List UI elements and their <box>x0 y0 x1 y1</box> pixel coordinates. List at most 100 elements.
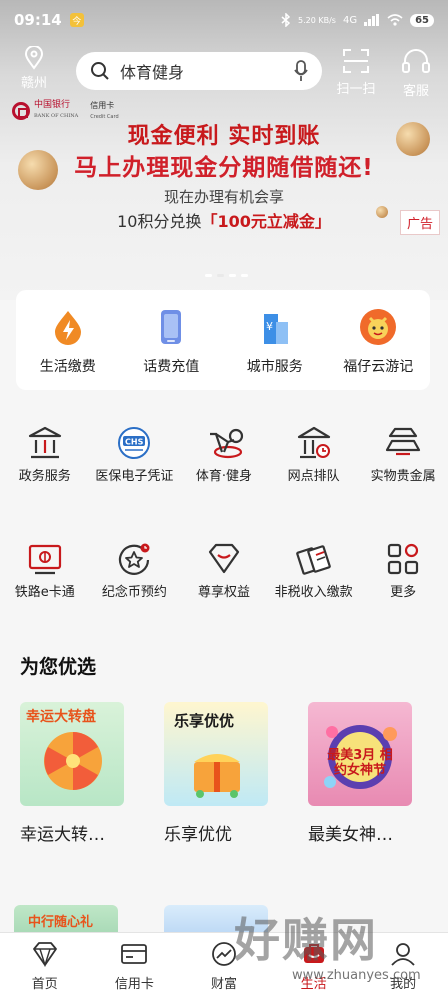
svg-text:¥: ¥ <box>266 320 273 333</box>
lucky-wheel-image: 幸运大转盘 <box>20 702 124 806</box>
tab-label: 生活 <box>300 977 327 992</box>
service-government[interactable]: 政务服务 <box>0 414 90 530</box>
promo-banner[interactable]: 中国银行 BANK OF CHINA 信用卡 Credit Card 现金便利 实时… <box>0 98 448 246</box>
bluetooth-icon <box>281 13 291 27</box>
quick-service-mascot[interactable]: 福仔云游记 <box>327 290 431 390</box>
card-icon <box>121 944 148 964</box>
section-title: 为您优选 <box>20 656 97 678</box>
service-label: 实物贵金属 <box>370 469 436 484</box>
quick-service-city[interactable]: ¥ 城市服务 <box>223 290 327 390</box>
banner-subheadline: 马上办理现金分期随借随还! <box>74 155 374 181</box>
tab-wealth[interactable]: 财富 <box>179 933 269 1000</box>
chs-icon: CHS <box>118 427 151 459</box>
phone-icon <box>152 308 190 346</box>
service-label: 更多 <box>390 585 417 600</box>
svg-text:CHS: CHS <box>125 438 144 447</box>
services-row: 政务服务 CHS 医保电子凭证 体育·健身 网点排队 实物贵金属 <box>0 414 448 530</box>
status-bar: 09:14 今 5.20 KB/s 4G 65 <box>0 0 448 40</box>
banner-offer-intro: 现在办理有机会享 <box>163 188 284 206</box>
recommend-card[interactable]: 乐享优优 乐享优优 <box>164 702 268 845</box>
service-label: 尊享权益 <box>197 585 250 600</box>
search-icon <box>91 62 109 80</box>
microphone-icon[interactable] <box>294 60 308 82</box>
location-selector[interactable]: 赣州 <box>14 46 54 91</box>
services-row: 铁路e卡通 纪念币预约 尊享权益 非税收入缴款 更多 <box>0 530 448 646</box>
search-input[interactable]: 体育健身 <box>120 59 294 83</box>
services-grid: 政务服务 CHS 医保电子凭证 体育·健身 网点排队 实物贵金属 铁路e卡通 纪… <box>0 414 448 646</box>
tab-credit-card[interactable]: 信用卡 <box>90 933 180 1000</box>
service-branch-queue[interactable]: 网点排队 <box>269 414 359 530</box>
quick-service-label: 城市服务 <box>246 359 303 375</box>
recommend-name: 幸运大转… <box>20 825 105 845</box>
bottom-tab-bar: 首页 信用卡 财富 生活 我的 <box>0 932 448 1000</box>
tab-home[interactable]: 首页 <box>0 933 90 1000</box>
user-icon <box>391 943 415 966</box>
recommend-name: 最美女神… <box>308 825 393 845</box>
service-label: 医保电子凭证 <box>95 469 174 484</box>
notification-icon: 今 <box>69 13 84 27</box>
service-precious-metals[interactable]: 实物贵金属 <box>358 414 448 530</box>
status-indicators: 5.20 KB/s 4G 65 <box>281 13 434 27</box>
grid-icon <box>388 543 419 575</box>
header-row: 赣州 体育健身 扫一扫 客服 <box>0 46 448 99</box>
quick-service-label: 生活缴费 <box>39 359 96 375</box>
scan-label: 扫一扫 <box>336 82 376 97</box>
recommend-card[interactable]: 幸运大转盘 幸运大转… <box>20 702 124 845</box>
diamond-outline-icon <box>32 942 57 967</box>
recommend-row-2: 中行随心礼 <box>14 905 434 935</box>
search-bar[interactable]: 体育健身 <box>76 52 322 90</box>
life-icon <box>303 944 324 963</box>
banner-pagination <box>205 274 248 277</box>
scan-icon <box>343 49 369 73</box>
recommend-card-partial[interactable]: 中行随心礼 <box>14 905 118 935</box>
quick-service-utilities[interactable]: 生活缴费 <box>16 290 120 390</box>
quick-service-topup[interactable]: 话费充值 <box>120 290 224 390</box>
recommend-list: 幸运大转盘 幸运大转… 乐享优优 乐享优优 最美3月 相约女神节 最美女神… <box>20 702 448 845</box>
recommend-name: 乐享优优 <box>164 825 232 845</box>
service-label: 铁路e卡通 <box>14 585 75 600</box>
tab-label: 首页 <box>31 977 58 992</box>
service-label: 客服 <box>402 84 429 99</box>
net-speed: 5.20 KB/s <box>298 15 336 25</box>
drop-bolt-icon <box>49 308 87 346</box>
customer-service-button[interactable]: 客服 <box>392 46 440 99</box>
service-non-tax-payment[interactable]: 非税收入缴款 <box>269 530 359 646</box>
service-label: 体育·健身 <box>195 469 253 484</box>
tab-label: 我的 <box>390 977 417 992</box>
tickets-icon <box>295 545 331 575</box>
service-medical-insurance[interactable]: CHS 医保电子凭证 <box>90 414 180 530</box>
tab-label: 财富 <box>210 977 237 992</box>
goddess-day-image: 最美3月 相约女神节 <box>308 702 412 806</box>
wifi-icon <box>387 14 403 26</box>
scan-button[interactable]: 扫一扫 <box>332 46 380 97</box>
service-label: 纪念币预约 <box>101 585 167 600</box>
service-more[interactable]: 更多 <box>358 530 448 646</box>
banner-headline: 现金便利 实时到账 <box>127 124 321 149</box>
tab-mine[interactable]: 我的 <box>358 933 448 1000</box>
branch-queue-icon <box>297 426 330 459</box>
service-label: 政务服务 <box>18 469 71 484</box>
service-sports-fitness[interactable]: 体育·健身 <box>179 414 269 530</box>
location-pin-icon <box>24 46 44 70</box>
gold-ingot-icon <box>386 427 421 456</box>
headset-icon <box>402 49 430 73</box>
bike-icon <box>209 428 244 459</box>
quick-services-card: 生活缴费 话费充值 ¥ 城市服务 福仔云游记 <box>16 290 430 390</box>
tab-life[interactable]: 生活 <box>269 933 359 1000</box>
diamond-icon <box>208 543 240 574</box>
net-type: 4G <box>342 14 358 26</box>
banner-offer: 10积分兑换「100元立减金」 <box>117 212 331 231</box>
recommend-card-partial[interactable] <box>164 905 268 935</box>
quick-service-label: 福仔云游记 <box>343 359 414 375</box>
recommend-card[interactable]: 最美3月 相约女神节 最美女神… <box>308 702 412 845</box>
battery-indicator: 65 <box>410 13 434 27</box>
tab-label: 信用卡 <box>114 977 154 992</box>
service-commemorative-coin[interactable]: 纪念币预约 <box>90 530 180 646</box>
rail-card-icon <box>28 544 61 575</box>
government-icon <box>28 426 61 459</box>
service-exclusive-rights[interactable]: 尊享权益 <box>179 530 269 646</box>
chart-icon <box>212 942 236 966</box>
service-label: 网点排队 <box>287 469 340 484</box>
service-rail-card[interactable]: 铁路e卡通 <box>0 530 90 646</box>
city-icon: ¥ <box>256 308 294 346</box>
